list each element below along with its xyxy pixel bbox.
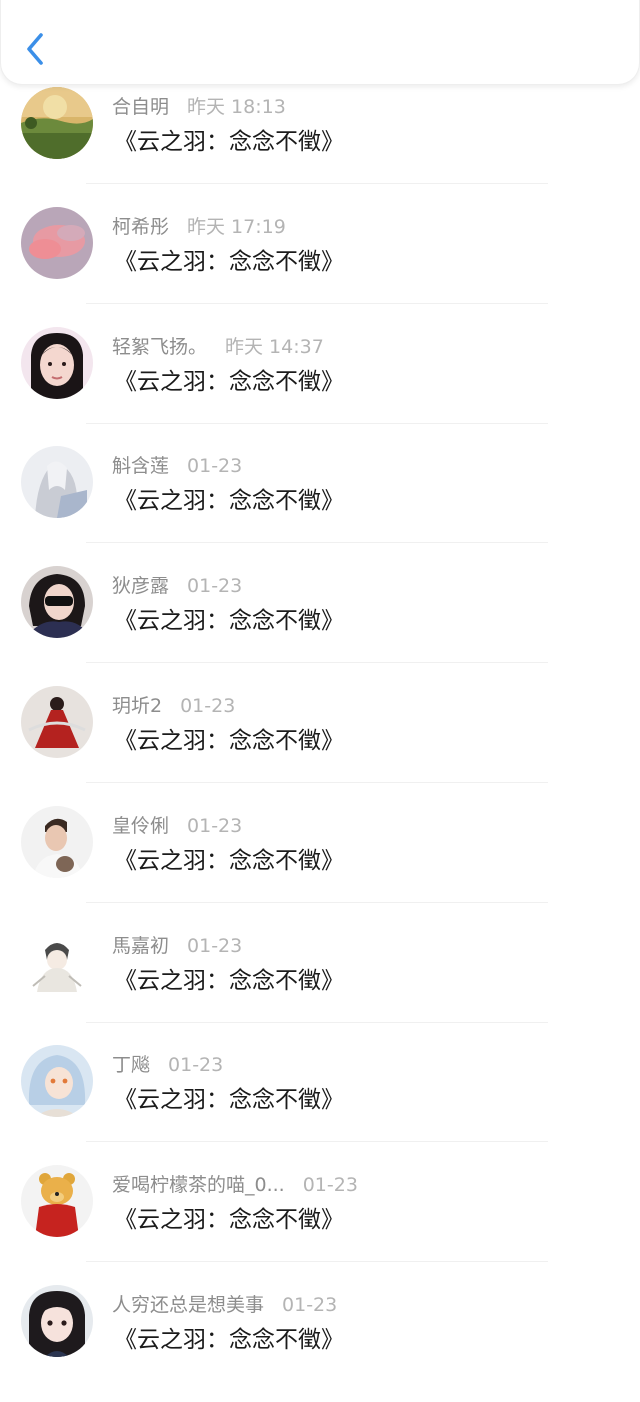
girl-dark-hair-avatar-image (21, 1284, 93, 1357)
divider (86, 302, 548, 304)
message-list: 合自明 昨天 18:13 《云之羽：念念不徵》 柯希彤 昨天 17:19 《云之羽：… (0, 84, 640, 1402)
sender-name: 柯希彤 (112, 215, 170, 238)
man-with-cat-avatar-image (21, 805, 93, 878)
list-item[interactable]: 柯希彤 昨天 17:19 《云之羽：念念不徵》 (0, 204, 640, 324)
avatar[interactable] (21, 1045, 93, 1118)
landscape-avatar-image (21, 87, 93, 159)
avatar[interactable] (21, 566, 93, 639)
divider (86, 542, 548, 544)
sender-name: 轻絮飞扬。 (112, 335, 208, 358)
message-time: 昨天 14:37 (225, 335, 324, 358)
list-item[interactable]: 玥圻2 01-23 《云之羽：念念不徵》 (0, 683, 640, 803)
avatar[interactable] (21, 1165, 93, 1238)
list-item[interactable]: 合自明 昨天 18:13 《云之羽：念念不徵》 (0, 84, 640, 204)
list-item[interactable]: 爱喝柠檬茶的喵_0... 01-23 《云之羽：念念不徵》 (0, 1162, 640, 1282)
message-text: 《云之羽：念念不徵》 (114, 1207, 344, 1234)
avatar[interactable] (21, 206, 93, 279)
message-time: 01-23 (168, 1054, 224, 1077)
divider (86, 1141, 548, 1143)
message-time: 01-23 (187, 934, 243, 957)
top-nav-bar (0, 0, 640, 85)
sender-name: 爱喝柠檬茶的喵_0... (112, 1174, 285, 1197)
message-time: 01-23 (187, 455, 243, 478)
message-time: 01-23 (187, 814, 243, 837)
divider (86, 183, 548, 184)
message-text: 《云之羽：念念不徵》 (114, 368, 344, 395)
sender-name: 人穷还总是想美事 (112, 1293, 265, 1316)
message-text: 《云之羽：念念不徵》 (114, 967, 344, 994)
chibi-figure-avatar-image (21, 925, 93, 998)
sender-name: 合自明 (112, 96, 170, 118)
message-time: 01-23 (282, 1293, 338, 1316)
message-time: 昨天 17:19 (187, 215, 286, 238)
avatar[interactable] (21, 326, 93, 399)
girl-sunglasses-avatar-image (21, 566, 93, 639)
list-item[interactable]: 轻絮飞扬。 昨天 14:37 《云之羽：念念不徵》 (0, 324, 640, 444)
sender-name: 斛含莲 (112, 455, 170, 478)
anime-girl-white-avatar-image (21, 446, 93, 519)
winnie-the-pooh-avatar-image (21, 1165, 93, 1238)
sender-name: 玥圻2 (112, 694, 163, 717)
divider (86, 1261, 548, 1263)
sender-name: 狄彦露 (112, 575, 170, 598)
sender-name: 馬嘉初 (112, 934, 170, 957)
message-time: 01-23 (302, 1174, 358, 1197)
list-item[interactable]: 斛含莲 01-23 《云之羽：念念不徵》 (0, 443, 640, 563)
sender-name: 皇伶俐 (112, 814, 170, 837)
list-item[interactable]: 馬嘉初 01-23 《云之羽：念念不徵》 (0, 923, 640, 1043)
message-text: 《云之羽：念念不徵》 (114, 847, 344, 874)
divider (86, 662, 548, 664)
avatar[interactable] (21, 925, 93, 998)
pink-cloud-avatar-image (21, 206, 93, 279)
list-item[interactable]: 皇伶俐 01-23 《云之羽：念念不徵》 (0, 803, 640, 923)
avatar[interactable] (21, 1284, 93, 1357)
message-text: 《云之羽：念念不徵》 (114, 129, 344, 155)
back-button[interactable] (21, 30, 51, 70)
message-text: 《云之羽：念念不徵》 (114, 727, 344, 754)
message-text: 《云之羽：念念不徵》 (114, 608, 344, 635)
avatar[interactable] (21, 685, 93, 758)
red-dress-avatar-image (21, 685, 93, 758)
chevron-left-icon (27, 33, 43, 65)
divider (86, 781, 548, 783)
anime-blue-hair-avatar-image (21, 1045, 93, 1118)
message-time: 01-23 (180, 694, 236, 717)
message-time: 昨天 18:13 (187, 96, 286, 118)
list-item[interactable]: 狄彦露 01-23 《云之羽：念念不徵》 (0, 563, 640, 683)
sender-name: 丁飚 (112, 1054, 151, 1077)
divider (86, 901, 548, 903)
avatar[interactable] (21, 87, 93, 159)
girl-portrait-avatar-image (21, 326, 93, 399)
list-item[interactable]: 人穷还总是想美事 01-23 《云之羽：念念不徵》 (0, 1282, 640, 1402)
message-text: 《云之羽：念念不徵》 (114, 1087, 344, 1114)
divider (86, 1021, 548, 1023)
avatar[interactable] (21, 805, 93, 878)
list-item[interactable]: 丁飚 01-23 《云之羽：念念不徵》 (0, 1042, 640, 1162)
message-time: 01-23 (187, 575, 243, 598)
message-text: 《云之羽：念念不徵》 (114, 1326, 344, 1353)
message-text: 《云之羽：念念不徵》 (114, 248, 344, 275)
message-text: 《云之羽：念念不徵》 (114, 488, 344, 515)
divider (86, 422, 548, 424)
avatar[interactable] (21, 446, 93, 519)
